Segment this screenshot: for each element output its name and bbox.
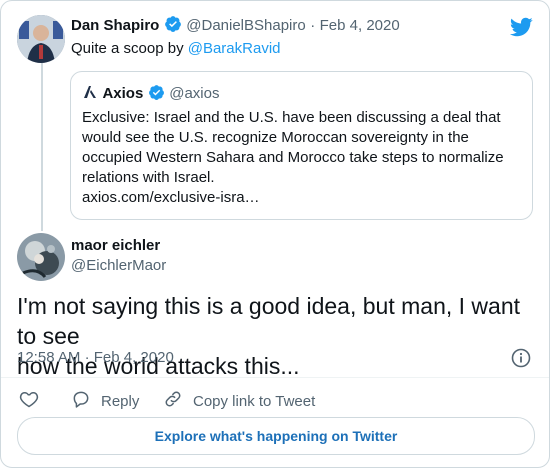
axios-logo-icon xyxy=(82,84,98,105)
quoted-link[interactable]: axios.com/exclusive-isra… xyxy=(82,188,527,208)
reply-label: Reply xyxy=(101,392,140,410)
main-text-line: I'm not saying this is a good idea, but … xyxy=(17,293,521,349)
tweet-embed-card: Dan Shapiro @DanielBShapiro · Feb 4, 202… xyxy=(0,0,550,468)
thread-connector-line xyxy=(41,63,43,231)
copy-link-button[interactable]: Copy link to Tweet xyxy=(163,389,315,413)
parent-tweet-header: Dan Shapiro @DanielBShapiro · Feb 4, 202… xyxy=(71,15,400,38)
quoted-text-line: Exclusive: Israel and the U.S. have been… xyxy=(82,109,501,126)
quoted-tweet-body: Exclusive: Israel and the U.S. have been… xyxy=(82,108,527,208)
mention-link[interactable]: @BarakRavid xyxy=(188,40,281,57)
tweet-time: 12:58 AM xyxy=(17,349,81,366)
explore-twitter-button[interactable]: Explore what's happening on Twitter xyxy=(17,417,535,455)
divider xyxy=(1,377,549,378)
main-handle[interactable]: @EichlerMaor xyxy=(71,257,166,274)
quoted-display-name[interactable]: Axios xyxy=(102,85,143,102)
explore-label: Explore what's happening on Twitter xyxy=(154,428,398,444)
heart-icon xyxy=(19,389,39,413)
parent-tweet-text: Quite a scoop by @BarakRavid xyxy=(71,39,281,59)
parent-text-prefix: Quite a scoop by xyxy=(71,40,188,57)
reply-button[interactable]: Reply xyxy=(71,389,139,413)
tweet-date: Feb 4, 2020 xyxy=(93,349,174,366)
info-icon[interactable] xyxy=(511,348,531,373)
main-tweet-text: I'm not saying this is a good idea, but … xyxy=(17,291,537,381)
reply-bubble-icon xyxy=(71,389,91,413)
separator-dot: · xyxy=(84,349,90,366)
parent-avatar[interactable] xyxy=(17,15,65,63)
copy-link-label: Copy link to Tweet xyxy=(193,392,316,410)
verified-badge-icon xyxy=(164,15,182,38)
verified-badge-icon xyxy=(148,84,165,106)
parent-display-name[interactable]: Dan Shapiro xyxy=(71,17,159,34)
twitter-bird-icon[interactable] xyxy=(509,15,533,44)
quoted-text-line: occupied Western Sahara and Morocco take… xyxy=(82,149,504,166)
quoted-text-line: would see the U.S. recognize Moroccan so… xyxy=(82,129,469,146)
quoted-text-line: relations with Israel. xyxy=(82,169,215,186)
separator-dot: · xyxy=(310,17,316,34)
main-avatar[interactable] xyxy=(17,233,65,281)
link-chain-icon xyxy=(163,389,183,413)
quoted-handle[interactable]: @axios xyxy=(169,85,219,102)
quoted-tweet-card[interactable]: Axios @axios Exclusive: Israel and the U… xyxy=(70,71,533,220)
main-display-name[interactable]: maor eichler xyxy=(71,237,166,254)
like-button[interactable] xyxy=(19,389,39,413)
quoted-tweet-header: Axios @axios xyxy=(82,84,219,106)
parent-date[interactable]: Feb 4, 2020 xyxy=(320,17,400,34)
parent-handle[interactable]: @DanielBShapiro xyxy=(186,17,305,34)
main-tweet-header: maor eichler @EichlerMaor xyxy=(71,237,166,274)
tweet-timestamp[interactable]: 12:58 AM · Feb 4, 2020 xyxy=(17,349,174,366)
